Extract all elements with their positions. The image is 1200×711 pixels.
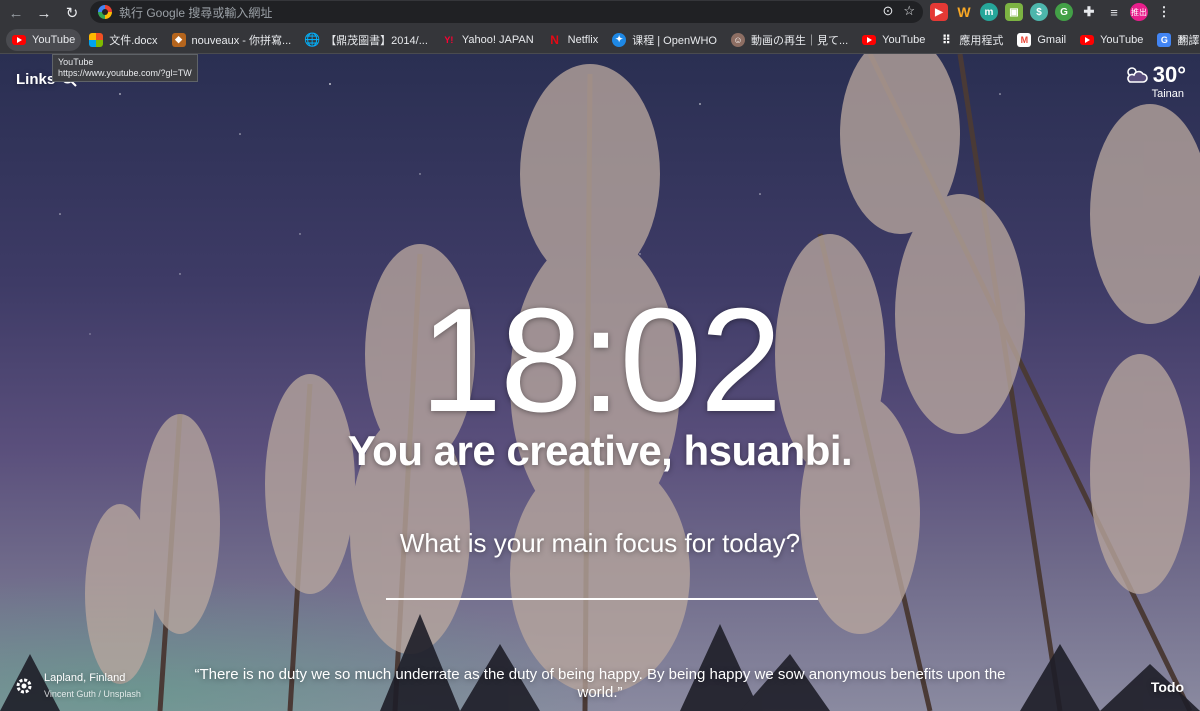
location-target-icon[interactable]: ⊙: [882, 3, 893, 19]
todo-button[interactable]: Todo: [1151, 679, 1184, 695]
bookmark-netflix[interactable]: N Netflix: [542, 29, 605, 51]
weather-temperature: 30°: [1152, 62, 1186, 87]
crest-icon: ◆: [171, 32, 186, 47]
bookmark-yahoo[interactable]: Y! Yahoo! JAPAN: [436, 29, 540, 51]
extension-green-icon[interactable]: ▣: [1005, 3, 1023, 21]
extension-red-icon[interactable]: ▶: [930, 3, 948, 21]
partly-cloudy-icon: [1126, 67, 1148, 83]
weather-widget[interactable]: 30° Tainan: [1123, 62, 1186, 100]
gmail-icon: M: [1017, 32, 1032, 47]
bookmark-youtube[interactable]: YouTube: [6, 28, 82, 51]
photo-credit[interactable]: Vincent Guth / Unsplash: [44, 689, 141, 699]
extensions-area: ▶ W m ▣ $ G ✚ ≡ 推出 ⋮: [930, 3, 1173, 21]
clock: 18:02: [419, 278, 782, 443]
translate-icon: G: [1157, 32, 1172, 47]
profile-avatar[interactable]: 推出: [1130, 3, 1148, 21]
bookmark-star-icon[interactable]: ☆: [903, 3, 915, 19]
bookmark-tooltip: YouTube https://www.youtube.com/?gl=TW: [52, 54, 198, 82]
yahoo-icon: Y!: [444, 34, 454, 45]
bookmarks-overflow-icon[interactable]: »: [1179, 31, 1186, 45]
back-button[interactable]: ←: [4, 2, 28, 24]
youtube-icon: [12, 34, 26, 45]
character-icon: ☺: [730, 32, 745, 47]
reload-button[interactable]: ↻: [60, 2, 84, 24]
weather-city: Tainan: [1151, 88, 1184, 100]
bookmark-video[interactable]: ☺ 動画の再生｜見て...: [725, 29, 854, 51]
menu-kebab-icon[interactable]: ⋮: [1155, 3, 1173, 21]
greeting: You are creative, hsuanbi.: [347, 427, 853, 474]
bookmark-books[interactable]: 🌐 【鼎茂圖書】2014/...: [299, 29, 434, 51]
bookmark-translate[interactable]: G 翻譯: [1151, 29, 1200, 51]
microsoft-icon: [89, 32, 104, 47]
extension-w-icon[interactable]: W: [955, 3, 973, 21]
omnibox-placeholder: 執行 Google 搜尋或輸入網址: [119, 5, 273, 20]
daily-quote: “There is no duty we so much underrate a…: [194, 666, 1006, 701]
extension-m-icon[interactable]: m: [980, 3, 998, 21]
bookmark-apps[interactable]: ⠿ 應用程式: [933, 29, 1009, 51]
dashboard-background: Links 30° Tainan 18:02 You are creative,…: [0, 54, 1200, 711]
focus-question: What is your main focus for today?: [399, 528, 801, 558]
tooltip-url: https://www.youtube.com/?gl=TW: [58, 68, 192, 78]
youtube-icon: [1080, 34, 1095, 45]
links-button[interactable]: Links: [16, 71, 55, 88]
arrow-left-icon: ←: [8, 4, 24, 22]
bookmark-youtube-3[interactable]: YouTube: [1074, 29, 1149, 51]
bookmark-youtube-2[interactable]: YouTube: [856, 29, 931, 51]
tooltip-title: YouTube: [58, 57, 94, 67]
arrow-right-icon: →: [36, 4, 52, 22]
reload-icon: ↻: [65, 5, 79, 22]
bookmark-nouveaux[interactable]: ◆ nouveaux - 你拼寫...: [166, 29, 298, 51]
bookmark-gmail[interactable]: M Gmail: [1011, 29, 1072, 51]
globe-icon: 🌐: [304, 31, 321, 47]
extension-teal-icon[interactable]: $: [1030, 3, 1048, 21]
browser-toolbar: ← → ↻ 執行 Google 搜尋或輸入網址 ⊙ ☆ ▶ W m ▣ $ G …: [0, 0, 1200, 26]
apps-grid-icon: ⠿: [941, 32, 951, 47]
extension-grammarly-icon[interactable]: G: [1055, 3, 1073, 21]
google-icon: [98, 5, 112, 19]
bookmark-docx[interactable]: 文件.docx: [83, 29, 163, 51]
omnibox[interactable]: 執行 Google 搜尋或輸入網址 ⊙ ☆: [90, 1, 923, 23]
forward-button[interactable]: →: [32, 2, 56, 24]
who-icon: ✦: [612, 32, 627, 47]
netflix-icon: N: [550, 32, 559, 47]
bookmarks-bar: YouTube 文件.docx ◆ nouveaux - 你拼寫... 🌐 【鼎茂圖…: [0, 26, 1200, 54]
reading-list-icon[interactable]: ≡: [1105, 3, 1123, 21]
photo-location[interactable]: Lapland, Finland: [44, 672, 125, 684]
puzzle-icon[interactable]: ✚: [1080, 3, 1098, 21]
bookmark-openwho[interactable]: ✦ 课程 | OpenWHO: [606, 29, 723, 51]
focus-input[interactable]: [386, 566, 818, 600]
youtube-icon: [862, 34, 877, 45]
gear-icon[interactable]: [14, 676, 34, 696]
